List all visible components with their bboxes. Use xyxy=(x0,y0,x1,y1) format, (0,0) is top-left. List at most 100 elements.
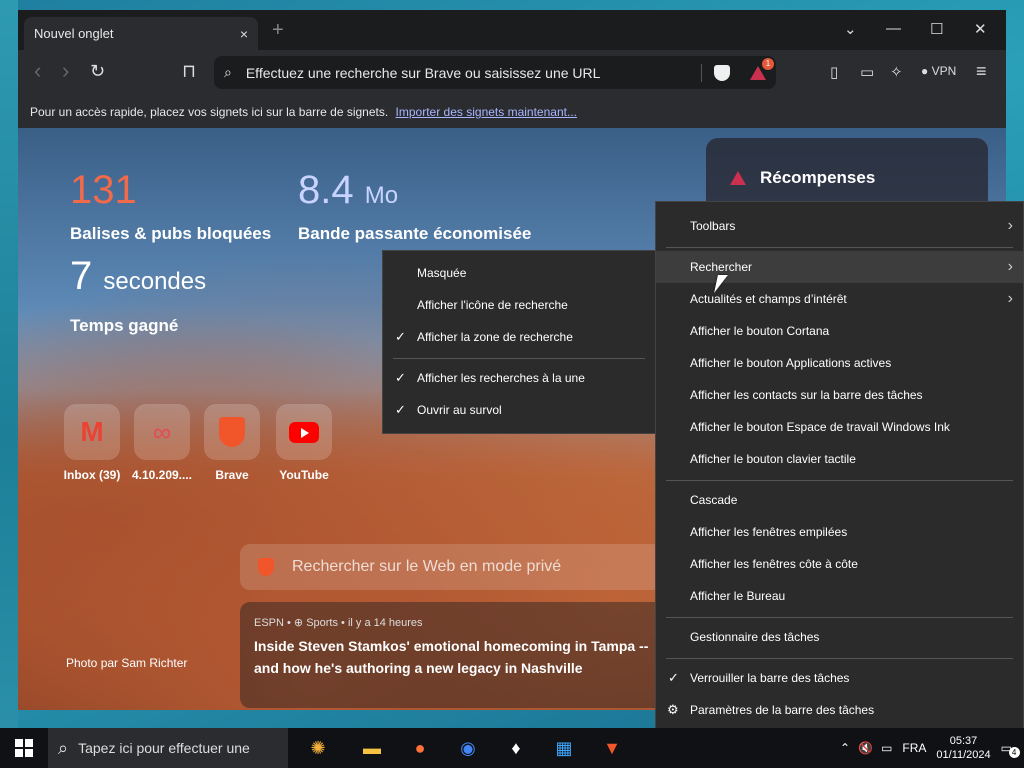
submenu-item-show-highlights[interactable]: ✓ Afficher les recherches à la une xyxy=(383,362,655,394)
menu-item-label: Afficher l'icône de recherche xyxy=(417,298,568,312)
menu-item-task-manager[interactable]: Gestionnaire des tâches xyxy=(656,621,1023,653)
menu-item-people[interactable]: Afficher les contacts sur la barre des t… xyxy=(656,379,1023,411)
menu-item-label: Afficher les fenêtres côte à côte xyxy=(690,557,858,571)
menu-item-windows-ink[interactable]: Afficher le bouton Espace de travail Win… xyxy=(656,411,1023,443)
menu-item-taskbar-settings[interactable]: ⚙ Paramètres de la barre des tâches xyxy=(656,694,1023,726)
new-tab-button[interactable]: + xyxy=(272,19,284,42)
vpn-button[interactable]: ● VPN xyxy=(921,64,956,78)
news-title[interactable]: Inside Steven Stamkos' emotional homecom… xyxy=(254,635,666,679)
search-highlight-icon[interactable]: ✺ xyxy=(288,728,348,768)
minimize-button[interactable]: — xyxy=(886,20,901,37)
menu-separator xyxy=(666,617,1013,618)
network-icon[interactable]: ▭ xyxy=(881,741,892,755)
gmail-icon: M xyxy=(80,416,104,447)
private-search-box[interactable]: Rechercher sur le Web en mode privé xyxy=(240,544,662,590)
menu-item-task-view[interactable]: Afficher le bouton Applications actives xyxy=(656,347,1023,379)
check-icon: ✓ xyxy=(668,670,679,685)
check-icon: ✓ xyxy=(395,402,406,417)
menu-item-label: Afficher les fenêtres empilées xyxy=(690,525,848,539)
microsoft-store-icon[interactable]: ▦ xyxy=(540,728,588,768)
taskbar-context-menu: Toolbars › Rechercher › Actualités et ch… xyxy=(655,201,1024,733)
menu-item-stacked[interactable]: Afficher les fenêtres empilées xyxy=(656,516,1023,548)
menu-item-cortana[interactable]: Afficher le bouton Cortana xyxy=(656,315,1023,347)
tile-brave[interactable] xyxy=(204,404,260,460)
menu-item-news-interests[interactable]: Actualités et champs d’intérêt › xyxy=(656,283,1023,315)
menu-item-toolbars[interactable]: Toolbars › xyxy=(656,210,1023,242)
trackers-count: 131 xyxy=(70,168,137,212)
volume-muted-icon[interactable]: 🔇 xyxy=(858,741,873,755)
menu-item-lock-taskbar[interactable]: ✓ Verrouiller la barre des tâches xyxy=(656,662,1023,694)
brave-taskbar-icon[interactable]: ▼ xyxy=(588,728,636,768)
clock-time: 05:37 xyxy=(949,735,978,747)
taskbar-search-placeholder: Tapez ici pour effectuer une xyxy=(78,740,250,756)
notification-count: 4 xyxy=(1008,747,1020,758)
clock-date: 01/11/2024 xyxy=(936,749,991,761)
start-button[interactable] xyxy=(0,728,48,768)
bookmark-button[interactable]: ⊓ xyxy=(182,61,196,82)
tab-bar: Nouvel onglet × + ⌄ — ☐ ✕ xyxy=(18,10,1006,50)
tab-search-chevron-icon[interactable]: ⌄ xyxy=(844,20,857,38)
search-submenu: Masquée Afficher l'icône de recherche ✓ … xyxy=(382,250,656,434)
tile-gmail[interactable]: M xyxy=(64,404,120,460)
forward-button[interactable]: › xyxy=(62,58,69,84)
tile-site[interactable]: ∞ xyxy=(134,404,190,460)
brave-search-icon xyxy=(258,558,274,576)
wallet-icon[interactable]: ▭ xyxy=(860,63,874,81)
menu-item-label: Toolbars xyxy=(690,219,736,233)
file-explorer-icon[interactable]: ▬ xyxy=(348,728,396,768)
chrome-icon[interactable]: ◉ xyxy=(444,728,492,768)
menu-item-label: Ouvrir au survol xyxy=(417,403,502,417)
reload-button[interactable]: ↻ xyxy=(90,61,105,82)
taskbar: ⌕ Tapez ici pour effectuer une ✺ ▬ ● ◉ ♦… xyxy=(0,728,1024,768)
taskbar-search-box[interactable]: ⌕ Tapez ici pour effectuer une xyxy=(48,728,288,768)
menu-item-label: Afficher le bouton Cortana xyxy=(690,324,830,338)
tab-close-icon[interactable]: × xyxy=(240,26,248,42)
tray-chevron-up-icon[interactable]: ⌃ xyxy=(840,741,850,755)
trackers-label: Balises & pubs bloquées xyxy=(70,224,272,243)
address-bar[interactable]: ⌕ Effectuez une recherche sur Brave ou s… xyxy=(214,56,776,89)
main-menu-button[interactable]: ≡ xyxy=(976,61,987,82)
infinity-icon: ∞ xyxy=(152,416,172,447)
menu-item-show-desktop[interactable]: Afficher le Bureau xyxy=(656,580,1023,612)
news-card[interactable]: ESPN • ⊕ Sports • il y a 14 heures Insid… xyxy=(240,602,680,708)
menu-item-label: Afficher les contacts sur la barre des t… xyxy=(690,388,923,402)
brave-rewards-icon[interactable]: 1 xyxy=(750,57,774,80)
rewards-icon xyxy=(730,171,746,185)
tile-youtube[interactable] xyxy=(276,404,332,460)
app-mask-icon[interactable]: ♦ xyxy=(492,728,540,768)
bandwidth-unit: Mo xyxy=(364,182,399,209)
menu-item-label: Cascade xyxy=(690,493,738,507)
maximize-button[interactable]: ☐ xyxy=(930,20,943,38)
close-window-button[interactable]: ✕ xyxy=(974,20,987,38)
tab-new-tab[interactable]: Nouvel onglet × xyxy=(24,17,258,50)
menu-item-label: Actualités et champs d’intérêt xyxy=(690,292,847,306)
brave-shields-icon[interactable] xyxy=(714,64,730,81)
photo-credit[interactable]: Photo par Sam Richter xyxy=(66,656,187,670)
submenu-item-open-on-hover[interactable]: ✓ Ouvrir au survol xyxy=(383,394,655,426)
vpn-label: VPN xyxy=(931,64,957,78)
import-bookmarks-link[interactable]: Importer des signets maintenant... xyxy=(396,105,577,119)
leo-ai-icon[interactable]: ✧ xyxy=(890,63,903,81)
menu-item-label: Afficher le bouton Applications actives xyxy=(690,356,892,370)
back-button[interactable]: ‹ xyxy=(34,58,41,84)
brave-lion-icon xyxy=(219,417,245,447)
tab-title: Nouvel onglet xyxy=(34,26,114,41)
bandwidth-number: 8.4 xyxy=(298,168,354,212)
menu-item-touch-keyboard[interactable]: Afficher le bouton clavier tactile xyxy=(656,443,1023,475)
menu-item-label: Rechercher xyxy=(690,260,753,274)
notification-center-icon[interactable]: ▭ 4 xyxy=(1001,741,1020,758)
firefox-icon[interactable]: ● xyxy=(396,728,444,768)
menu-item-cascade[interactable]: Cascade xyxy=(656,484,1023,516)
clock[interactable]: 05:37 01/11/2024 xyxy=(936,734,990,762)
menu-item-side-by-side[interactable]: Afficher les fenêtres côte à côte xyxy=(656,548,1023,580)
menu-item-label: Afficher la zone de recherche xyxy=(417,330,573,344)
time-saved-value: 7 secondes xyxy=(70,254,206,299)
submenu-item-show-search-icon[interactable]: Afficher l'icône de recherche xyxy=(383,289,655,321)
submenu-item-show-search-box[interactable]: ✓ Afficher la zone de recherche xyxy=(383,321,655,353)
menu-item-search[interactable]: Rechercher › xyxy=(656,251,1023,283)
sidebar-icon[interactable]: ▯ xyxy=(830,63,838,81)
menu-item-label: Gestionnaire des tâches xyxy=(690,630,820,644)
submenu-item-hidden[interactable]: Masquée xyxy=(383,257,655,289)
language-indicator[interactable]: FRA xyxy=(902,741,926,755)
desktop-edge xyxy=(0,0,18,728)
